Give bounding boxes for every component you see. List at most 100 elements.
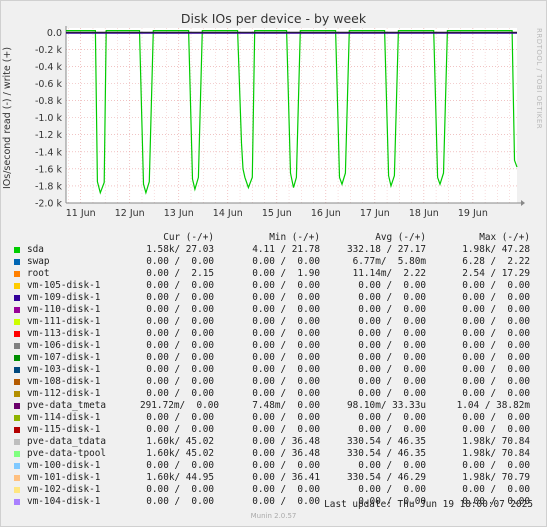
legend-name: vm-100-disk-1: [27, 460, 101, 471]
legend-min: 0.00 / 0.00: [252, 256, 320, 267]
legend-avg: 0.00 / 0.00: [358, 292, 426, 303]
legend-header-avg: Avg (-/+): [375, 232, 426, 243]
legend-swatch: [14, 391, 20, 397]
legend-max: 0.00 / 0.00: [462, 460, 530, 471]
legend-cur: 0.00 / 0.00: [146, 496, 214, 507]
legend-avg: 0.00 / 0.00: [358, 280, 426, 291]
rrdtool-watermark: RRDTOOL / TOBI OETIKER: [535, 28, 543, 130]
chart-title: Disk IOs per device - by week: [180, 11, 367, 26]
legend-cur: 0.00 / 0.00: [146, 460, 214, 471]
legend-max: 6.28 / 2.22: [462, 256, 530, 267]
x-tick-label: 13 Jun: [164, 208, 194, 219]
legend-swatch: [14, 259, 20, 265]
y-tick-label: -1.4 k: [35, 147, 63, 158]
legend-swatch: [14, 415, 20, 421]
legend-row: vm-114-disk-1 0.00 / 0.00 0.00 / 0.00 0.00 …: [0, 412, 547, 424]
legend-cur: 0.00 / 0.00: [146, 352, 214, 363]
legend-max: 0.00 / 0.00: [462, 328, 530, 339]
legend-cur: 0.00 / 0.00: [146, 388, 214, 399]
legend-row: pve-data_tdata 1.60k/ 45.02 0.00 / 36.48 33…: [0, 436, 547, 448]
x-tick-label: 12 Jun: [115, 208, 145, 219]
y-tick-label: -0.6 k: [35, 79, 63, 90]
legend-name: vm-109-disk-1: [27, 292, 101, 303]
legend-min: 7.48m/ 0.00: [252, 400, 320, 411]
legend-row: vm-115-disk-1 0.00 / 0.00 0.00 / 0.00 0.00 …: [0, 424, 547, 436]
legend-swatch: [14, 331, 20, 337]
legend-avg: 0.00 / 0.00: [358, 352, 426, 363]
legend-name: vm-113-disk-1: [27, 328, 101, 339]
legend-row: vm-106-disk-1 0.00 / 0.00 0.00 / 0.00 0.00 …: [0, 340, 547, 352]
legend-name: sda: [27, 244, 44, 255]
legend-cur: 291.72m/ 0.00: [140, 400, 220, 411]
legend-min: 0.00 / 0.00: [252, 316, 320, 327]
x-tick-label: 14 Jun: [213, 208, 243, 219]
legend-swatch: [14, 355, 20, 361]
legend-name: vm-103-disk-1: [27, 364, 101, 375]
legend-row: vm-101-disk-1 1.60k/ 44.95 0.00 / 36.41 330…: [0, 472, 547, 484]
legend-name: vm-107-disk-1: [27, 352, 101, 363]
y-axis-label: IOs/second read (-) / write (+): [2, 46, 13, 190]
legend-max: 1.04 / 38.82m: [456, 400, 530, 411]
legend-avg: 332.18 / 27.17: [346, 244, 426, 255]
legend-min: 0.00 / 0.00: [252, 484, 320, 495]
legend-swatch: [14, 403, 20, 409]
legend-max: 0.00 / 0.00: [462, 412, 530, 423]
legend-row: vm-113-disk-1 0.00 / 0.00 0.00 / 0.00 0.00 …: [0, 328, 547, 340]
legend-swatch: [14, 247, 20, 253]
legend-avg: 0.00 / 0.00: [358, 316, 426, 327]
legend-max: 0.00 / 0.00: [462, 340, 530, 351]
legend-name: vm-115-disk-1: [27, 424, 101, 435]
legend-avg: 0.00 / 0.00: [358, 460, 426, 471]
legend-swatch: [14, 307, 20, 313]
legend-swatch: [14, 295, 20, 301]
legend-max: 0.00 / 0.00: [462, 424, 530, 435]
legend-swatch: [14, 283, 20, 289]
legend-row: vm-111-disk-1 0.00 / 0.00 0.00 / 0.00 0.00 …: [0, 316, 547, 328]
legend-min: 0.00 / 0.00: [252, 424, 320, 435]
legend-avg: 11.14m/ 2.22: [352, 268, 426, 279]
y-tick-label: -0.4 k: [35, 62, 63, 73]
munin-version: Munin 2.0.57: [250, 512, 297, 520]
legend-cur: 0.00 / 0.00: [146, 424, 214, 435]
legend-avg: 0.00 / 0.00: [358, 388, 426, 399]
legend-avg: 0.00 / 0.00: [358, 364, 426, 375]
legend-swatch: [14, 499, 20, 505]
legend-name: vm-102-disk-1: [27, 484, 101, 495]
legend-min: 0.00 / 0.00: [252, 388, 320, 399]
legend-swatch: [14, 451, 20, 457]
legend-min: 0.00 / 0.00: [252, 460, 320, 471]
y-tick-label: -0.8 k: [35, 96, 63, 107]
y-tick-label: -1.0 k: [35, 113, 63, 124]
legend-max: 0.00 / 0.00: [462, 304, 530, 315]
legend-header-max: Max (-/+): [479, 232, 530, 243]
legend-min: 0.00 / 0.00: [252, 304, 320, 315]
legend-row: pve-data-tpool 1.60k/ 45.02 0.00 / 36.48 33…: [0, 448, 547, 460]
x-tick-label: 19 Jun: [458, 208, 488, 219]
legend-min: 0.00 / 36.48: [252, 436, 320, 447]
legend-avg: 6.77m/ 5.80m: [352, 256, 426, 267]
legend-cur: 0.00 / 0.00: [146, 304, 214, 315]
legend-row: sda 1.58k/ 27.03 4.11 / 21.78 332.18 / 27.1…: [0, 244, 547, 256]
legend-avg: 98.10m/ 33.33u: [346, 400, 426, 411]
legend-min: 0.00 / 0.00: [252, 280, 320, 291]
x-tick-label: 15 Jun: [262, 208, 292, 219]
legend-cur: 0.00 / 0.00: [146, 340, 214, 351]
y-tick-label: -2.0 k: [35, 199, 63, 210]
legend-max: 1.98k/ 70.79: [462, 472, 530, 483]
x-tick-label: 16 Jun: [311, 208, 341, 219]
legend-name: root: [27, 268, 50, 279]
legend-swatch: [14, 271, 20, 277]
legend-row: vm-100-disk-1 0.00 / 0.00 0.00 / 0.00 0.00 …: [0, 460, 547, 472]
legend-max: 1.98k/ 70.84: [462, 448, 530, 459]
legend-avg: 0.00 / 0.00: [358, 304, 426, 315]
legend-swatch: [14, 463, 20, 469]
legend-row: vm-102-disk-1 0.00 / 0.00 0.00 / 0.00 0.00 …: [0, 484, 547, 496]
legend-max: 0.00 / 0.00: [462, 280, 530, 291]
legend-min: 0.00 / 36.41: [252, 472, 320, 483]
legend-row: vm-103-disk-1 0.00 / 0.00 0.00 / 0.00 0.00 …: [0, 364, 547, 376]
legend-min: 4.11 / 21.78: [252, 244, 320, 255]
legend-name: swap: [27, 256, 50, 267]
y-tick-label: -1.6 k: [35, 164, 63, 175]
legend-header-cur: Cur (-/+): [163, 232, 214, 243]
legend-cur: 0.00 / 2.15: [146, 268, 214, 279]
